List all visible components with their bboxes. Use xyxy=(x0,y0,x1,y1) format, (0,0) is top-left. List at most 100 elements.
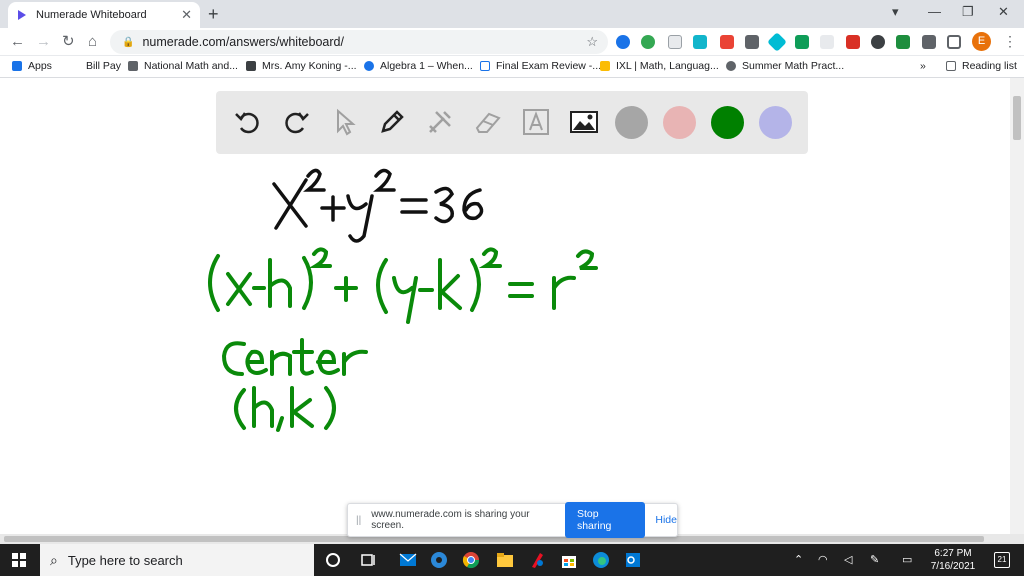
bookmark-label: Final Exam Review -... xyxy=(496,60,602,72)
browser-toolbar: ← → ↻ ⌂ 🔒 numerade.com/answers/whiteboar… xyxy=(0,28,1024,56)
pen-workspace-icon[interactable]: ✎ xyxy=(870,553,879,566)
lock-icon[interactable]: 🔒 xyxy=(122,37,134,48)
clock-date: 7/16/2021 xyxy=(930,561,976,572)
bookmark-label: IXL | Math, Languag... xyxy=(616,60,719,72)
menu-kebab-icon[interactable]: ⋮ xyxy=(1003,33,1017,50)
equation-circle xyxy=(272,168,484,243)
reading-list-icon xyxy=(946,61,956,71)
whiteboard-canvas[interactable] xyxy=(0,78,1024,534)
bookmark-label: National Math and... xyxy=(144,60,238,72)
bookmark-label: Algebra 1 – When... xyxy=(380,60,473,72)
back-button[interactable]: ← xyxy=(10,33,25,51)
bookmark-national-math[interactable]: National Math and... xyxy=(128,60,238,72)
bookmarks-overflow-button[interactable]: » xyxy=(920,60,926,72)
address-bar[interactable]: 🔒 numerade.com/answers/whiteboard/ ☆ xyxy=(110,30,608,54)
cast-icon[interactable] xyxy=(947,35,961,49)
extension-icon[interactable] xyxy=(767,32,787,52)
windows-start-icon[interactable] xyxy=(12,553,26,567)
extension-icon[interactable] xyxy=(641,35,655,49)
bookmarks-bar: Apps Bill Pay National Math and... Mrs. … xyxy=(0,56,1024,78)
extension-icon[interactable] xyxy=(871,35,885,49)
tab-search-icon[interactable]: ▾ xyxy=(892,4,899,20)
reading-list-label: Reading list xyxy=(962,60,1017,72)
reading-list-button[interactable]: Reading list xyxy=(946,60,1017,72)
keyboard-icon[interactable]: ▭ xyxy=(902,553,912,566)
bookmark-summer-math[interactable]: Summer Math Pract... xyxy=(726,60,844,72)
taskbar-clock[interactable]: 6:27 PM 7/16/2021 xyxy=(924,547,982,573)
bookmark-favicon-icon xyxy=(128,61,138,71)
bookmark-label: Apps xyxy=(28,60,52,72)
sharing-message: www.numerade.com is sharing your screen. xyxy=(371,509,530,531)
home-button[interactable]: ⌂ xyxy=(88,33,97,51)
apps-grid-icon xyxy=(12,61,22,71)
media-player-icon[interactable] xyxy=(430,551,448,569)
drag-handle-icon[interactable]: || xyxy=(356,515,361,526)
bookmark-mrs-amy-koning[interactable]: Mrs. Amy Koning -... xyxy=(246,60,357,72)
notification-center-button[interactable]: 21 xyxy=(994,552,1010,568)
tab-title: Numerade Whiteboard xyxy=(36,9,147,21)
volume-icon[interactable]: ◁ xyxy=(844,553,852,566)
cortana-icon[interactable] xyxy=(324,551,342,569)
extension-icon[interactable] xyxy=(616,35,630,49)
handwriting-layer xyxy=(208,168,598,432)
extension-icon[interactable] xyxy=(896,35,910,49)
bookmark-bill-pay[interactable]: Bill Pay xyxy=(70,60,121,72)
store-icon[interactable] xyxy=(560,551,578,569)
bookmark-algebra-1[interactable]: Algebra 1 – When... xyxy=(364,60,473,72)
bookmark-final-exam-review[interactable]: Final Exam Review -... xyxy=(480,60,601,72)
minimize-button[interactable]: — xyxy=(928,4,941,19)
extension-icon[interactable] xyxy=(693,35,707,49)
puzzle-icon[interactable] xyxy=(922,35,936,49)
extension-icon[interactable] xyxy=(820,35,834,49)
search-icon: ⌕ xyxy=(50,551,58,568)
profile-avatar[interactable]: E xyxy=(972,32,991,51)
bookmark-favicon-icon xyxy=(246,61,256,71)
bookmark-favicon-icon xyxy=(726,61,736,71)
tray-overflow-icon[interactable]: ⌃ xyxy=(794,553,803,566)
reload-button[interactable]: ↻ xyxy=(62,33,75,51)
clock-time: 6:27 PM xyxy=(934,548,972,559)
bookmark-favicon-icon xyxy=(364,61,374,71)
numerade-logo-icon xyxy=(18,10,26,20)
vertical-scrollbar[interactable] xyxy=(1010,78,1024,534)
mail-icon[interactable] xyxy=(399,551,417,569)
stop-sharing-button[interactable]: Stop sharing xyxy=(564,502,646,538)
bookmark-label: Summer Math Pract... xyxy=(742,60,845,72)
search-placeholder: Type here to search xyxy=(67,552,183,568)
task-view-icon[interactable] xyxy=(360,551,378,569)
taskbar-search-box[interactable]: ⌕ Type here to search xyxy=(40,544,314,576)
equation-standard-form xyxy=(208,247,598,324)
extension-icon[interactable] xyxy=(720,35,734,49)
bookmark-ixl[interactable]: IXL | Math, Languag... xyxy=(600,60,719,72)
paint-icon[interactable] xyxy=(528,551,546,569)
hide-button[interactable]: Hide xyxy=(655,514,677,526)
bookmark-favicon-icon xyxy=(480,61,490,71)
center-note xyxy=(221,338,368,432)
restore-button[interactable]: ❐ xyxy=(962,4,974,20)
extension-icon[interactable] xyxy=(846,35,860,49)
bookmark-apps[interactable]: Apps xyxy=(12,60,52,72)
outlook-icon[interactable] xyxy=(624,551,642,569)
screen-sharing-bar: || www.numerade.com is sharing your scre… xyxy=(347,502,678,538)
scrollbar-thumb[interactable] xyxy=(1013,96,1021,140)
windows-taskbar: ⌕ Type here to search ⌃ ◠ ◁ ✎ ▭ 6:27 PM … xyxy=(0,544,1024,576)
new-tab-button[interactable]: + xyxy=(208,4,219,25)
wifi-icon[interactable]: ◠ xyxy=(818,553,828,566)
bookmark-star-icon[interactable]: ☆ xyxy=(586,34,598,50)
ixl-icon xyxy=(600,61,610,71)
edge-icon[interactable] xyxy=(592,551,610,569)
chrome-icon[interactable] xyxy=(462,551,480,569)
tab-numerade-whiteboard[interactable]: Numerade Whiteboard ✕ xyxy=(8,2,200,28)
extension-icon[interactable] xyxy=(795,35,809,49)
address-url[interactable]: numerade.com/answers/whiteboard/ xyxy=(142,35,344,49)
file-explorer-icon[interactable] xyxy=(496,551,514,569)
tab-close-icon[interactable]: ✕ xyxy=(181,7,192,23)
bookmark-label: Mrs. Amy Koning -... xyxy=(262,60,357,72)
close-window-button[interactable]: ✕ xyxy=(998,4,1009,20)
forward-button[interactable]: → xyxy=(36,33,51,51)
bookmark-favicon-icon xyxy=(70,61,80,71)
extension-icon[interactable] xyxy=(668,35,682,49)
extension-icon[interactable] xyxy=(745,35,759,49)
bookmark-label: Bill Pay xyxy=(86,60,122,72)
browser-tab-strip: Numerade Whiteboard ✕ + ▾ — ❐ ✕ xyxy=(0,0,1024,28)
